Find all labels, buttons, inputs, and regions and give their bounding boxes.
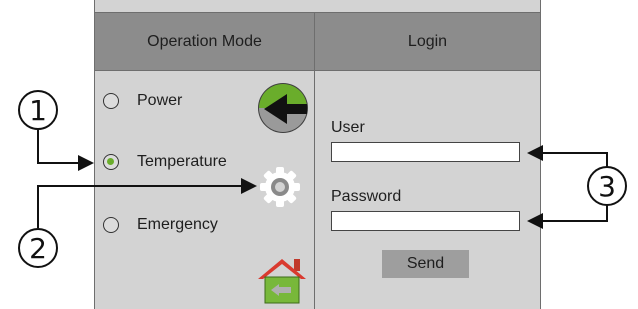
callout-2-number: 2: [29, 231, 47, 265]
callout-arrow-2: [37, 178, 257, 228]
callout-1-number: 1: [29, 93, 47, 127]
callout-arrows: [37, 130, 608, 229]
callout-1: 1: [18, 90, 58, 130]
callout-3-number: 3: [598, 169, 616, 203]
callout-arrow-1: [37, 130, 94, 171]
callout-2: 2: [18, 228, 58, 268]
callout-3: 3: [587, 166, 627, 206]
